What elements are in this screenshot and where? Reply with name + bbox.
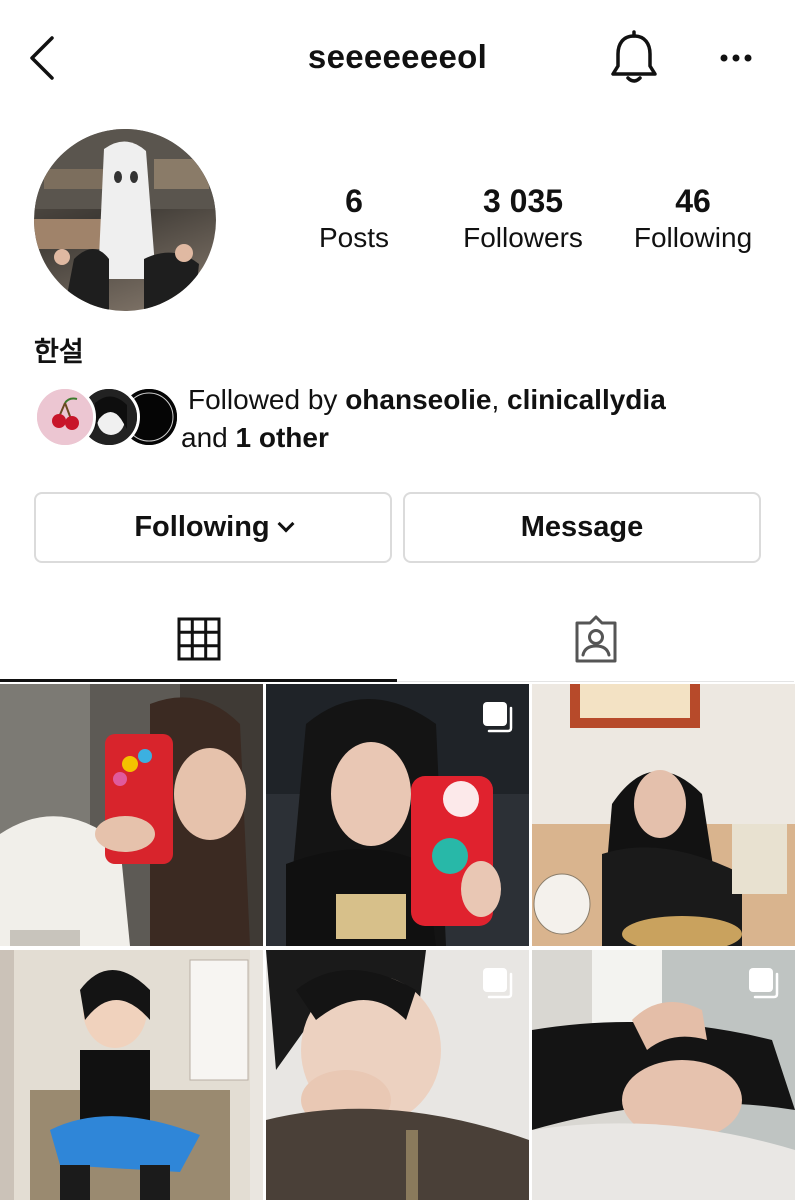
message-button[interactable]: Message xyxy=(403,492,761,563)
post-thumbnail[interactable] xyxy=(532,950,795,1200)
post-thumbnail[interactable] xyxy=(0,684,263,946)
message-button-label: Message xyxy=(520,511,644,543)
tab-tagged[interactable] xyxy=(397,598,794,682)
profile-full-name: 한설 xyxy=(34,337,84,367)
mutual-user-link[interactable]: ohanseolie xyxy=(345,384,491,415)
stat-following[interactable]: 46 Following xyxy=(620,182,766,256)
mutual-avatar xyxy=(34,386,96,448)
chevron-left-icon xyxy=(30,36,54,80)
posts-label: Posts xyxy=(318,222,390,253)
followed-by-prefix: Followed by xyxy=(188,384,346,415)
mutual-user-link[interactable]: clinicallydia xyxy=(507,384,666,415)
following-count: 46 xyxy=(675,183,711,219)
post-thumbnail[interactable] xyxy=(532,684,795,946)
top-bar: seeeeeeeol xyxy=(0,0,795,120)
notifications-button[interactable] xyxy=(608,30,660,86)
stat-followers[interactable]: 3 035 Followers xyxy=(448,182,598,256)
multiple-photos-icon xyxy=(483,968,513,999)
mutual-followers-avatars[interactable] xyxy=(34,386,184,450)
followed-by-and: and xyxy=(181,422,236,453)
following-label: Following xyxy=(633,222,753,253)
tagged-person-icon xyxy=(575,615,616,662)
bell-icon xyxy=(611,30,657,83)
post-thumbnail[interactable] xyxy=(266,950,529,1200)
chevron-down-icon xyxy=(277,515,295,532)
post-thumbnail[interactable] xyxy=(0,950,263,1200)
followers-label: Followers xyxy=(463,222,583,253)
back-button[interactable] xyxy=(24,34,64,82)
mutual-others-link[interactable]: 1 other xyxy=(236,422,329,453)
post-thumbnail[interactable] xyxy=(266,684,529,946)
posts-count: 6 xyxy=(345,183,363,219)
followed-by-text[interactable]: Followed by ohanseolie, clinicallydia an… xyxy=(181,381,778,457)
posts-grid xyxy=(0,684,795,1200)
following-button-label: Following xyxy=(134,511,270,543)
stat-posts[interactable]: 6 Posts xyxy=(300,182,408,256)
multiple-photos-icon xyxy=(749,968,779,999)
following-button[interactable]: Following xyxy=(34,492,392,563)
profile-username: seeeeeeeol xyxy=(307,38,488,75)
tab-posts-grid[interactable] xyxy=(0,598,397,682)
more-options-button[interactable] xyxy=(712,40,760,76)
more-horizontal-icon xyxy=(720,54,752,62)
multiple-photos-icon xyxy=(483,702,513,733)
followers-count: 3 035 xyxy=(482,183,564,219)
grid-icon xyxy=(177,617,220,660)
profile-avatar[interactable] xyxy=(34,129,216,311)
followed-by-separator: , xyxy=(491,384,508,415)
